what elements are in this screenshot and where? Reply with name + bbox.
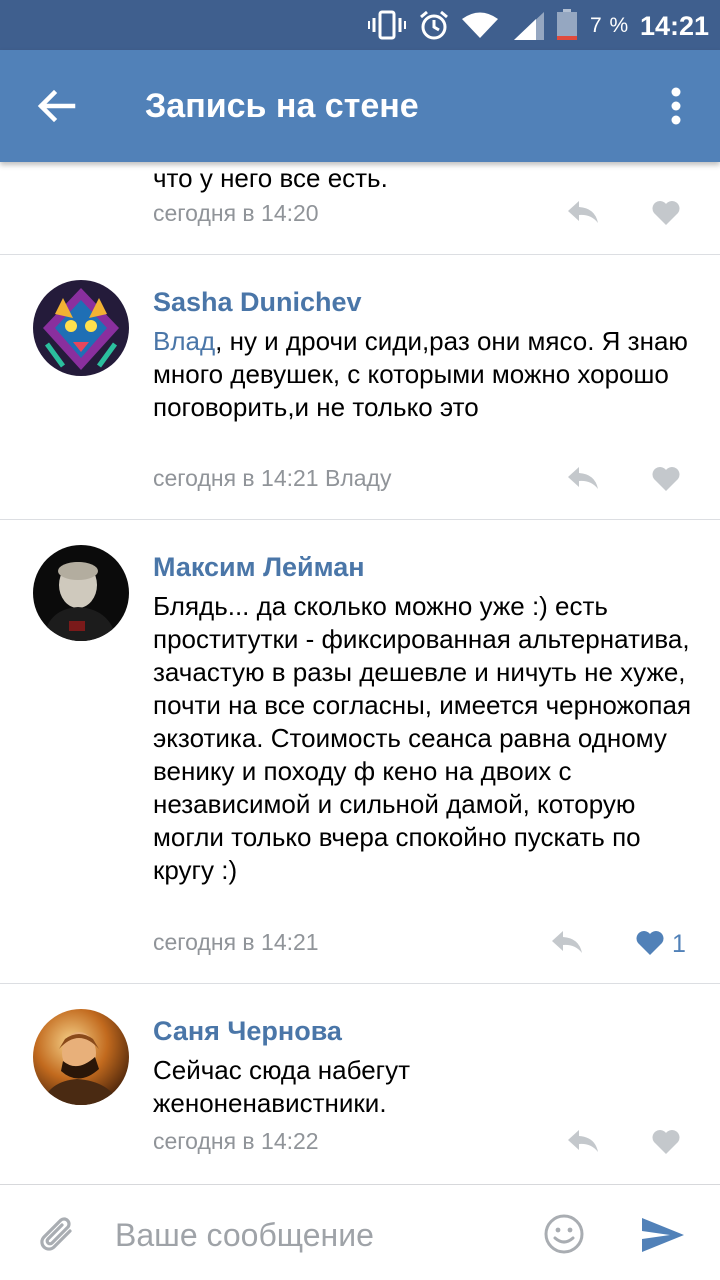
alarm-icon	[420, 10, 448, 40]
heart-icon[interactable]	[651, 465, 681, 493]
reply-icon[interactable]	[550, 928, 584, 956]
message-composer	[0, 1184, 720, 1280]
page-title: Запись на стене	[145, 87, 419, 125]
signal-icon	[514, 12, 544, 40]
vibrate-icon	[368, 10, 406, 40]
reply-icon[interactable]	[566, 1127, 600, 1155]
comment-text: что у него все есть.	[153, 163, 388, 193]
mention-link[interactable]: Влад	[153, 326, 215, 356]
arrow-left-icon[interactable]	[30, 80, 82, 132]
comment-text: Влад, ну и дрочи сиди,раз они мясо. Я зн…	[153, 326, 688, 422]
avatar[interactable]	[33, 1009, 129, 1105]
comment-author[interactable]: Sasha Dunichev	[153, 287, 362, 318]
comment-author[interactable]: Саня Чернова	[153, 1016, 342, 1047]
comment-item: Максим Лейман Блядь... да сколько можно …	[0, 520, 720, 983]
comment-meta: сегодня в 14:21 Владу	[153, 465, 392, 491]
comment-text: Блядь... да сколько можно уже :) есть пр…	[153, 591, 692, 885]
battery-icon	[557, 9, 577, 40]
app-bar: Запись на стене	[0, 50, 720, 162]
comment-text: Сейчас сюда набегут женоненавистники.	[153, 1055, 411, 1118]
status-clock: 14:21	[640, 11, 710, 41]
smile-icon[interactable]	[543, 1213, 585, 1255]
reply-icon[interactable]	[566, 464, 600, 492]
like-count: 1	[672, 930, 686, 958]
comment-item: Sasha Dunichev Влад, ну и дрочи сиди,раз…	[0, 255, 720, 519]
paperclip-icon[interactable]	[36, 1213, 80, 1257]
reply-icon[interactable]	[566, 198, 600, 226]
send-icon[interactable]	[640, 1216, 686, 1254]
heart-filled-icon[interactable]	[635, 929, 665, 957]
comment-meta: сегодня в 14:22	[153, 1128, 319, 1154]
comment-meta: сегодня в 14:21	[153, 929, 319, 955]
comment-item: что у него все есть. сегодня в 14:20	[0, 162, 720, 254]
avatar[interactable]	[33, 280, 129, 376]
comment-author[interactable]: Максим Лейман	[153, 552, 365, 583]
more-vertical-icon[interactable]	[654, 80, 698, 132]
comment-meta: сегодня в 14:20	[153, 200, 319, 226]
comment-item: Саня Чернова Сейчас сюда набегут женонен…	[0, 984, 720, 1184]
avatar[interactable]	[33, 545, 129, 641]
message-input[interactable]	[115, 1215, 515, 1255]
heart-icon[interactable]	[651, 199, 681, 227]
heart-icon[interactable]	[651, 1128, 681, 1156]
wifi-icon	[462, 12, 498, 38]
status-bar: 7 % 14:21	[0, 0, 720, 50]
battery-percent: 7 %	[590, 14, 630, 37]
comments-feed[interactable]: что у него все есть. сегодня в 14:20 Sas…	[0, 162, 720, 1184]
